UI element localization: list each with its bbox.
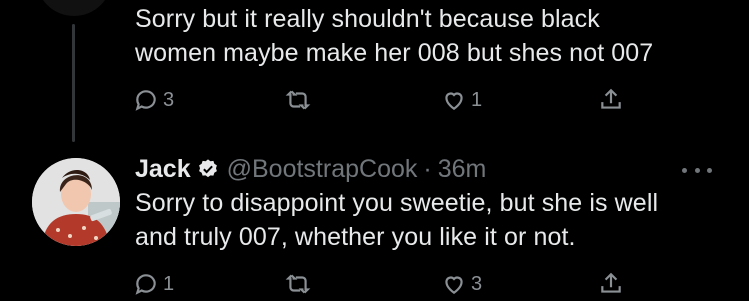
reply-1-reply-count: 3 [163,88,175,111]
reply-2-reply-button[interactable]: 1 [133,268,174,300]
reply-1-action-bar: 3 1 [133,84,633,116]
like-icon [445,92,463,110]
reply-2-header: Jack @BootstrapCook · 36m [135,152,486,186]
reply-1-text-line-2: women maybe make her 008 but shes not 00… [135,39,654,67]
author-handle[interactable]: @BootstrapCook [227,155,418,184]
reply-2-text: Sorry to disappoint you sweetie, but she… [135,186,658,254]
author-name[interactable]: Jack [135,155,191,184]
reply-icon [135,274,156,295]
reply-1-share-button[interactable] [598,84,624,116]
share-icon [601,88,621,109]
verified-badge-icon [198,159,217,178]
reply-2-retweet-button[interactable] [285,268,315,300]
author-avatar[interactable] [32,158,120,246]
reply-2-share-button[interactable] [598,268,624,300]
reply-2-like-count: 3 [471,272,483,295]
header-separator: · [423,154,432,183]
more-icon[interactable] [682,160,712,180]
reply-2-reply-count: 1 [163,272,175,295]
reply-1-retweet-button[interactable] [285,84,315,116]
reply-1-like-button[interactable]: 1 [441,84,482,116]
like-icon [445,276,463,294]
author-avatar-image [32,158,120,246]
timestamp[interactable]: 36m [438,155,487,184]
reply-2-text-line-2: and truly 007, whether you like it or no… [135,223,576,251]
reply-2-text-line-1: Sorry to disappoint you sweetie, but she… [135,189,659,217]
reply-1-text: Sorry but it really shouldn't because bl… [135,2,653,70]
reply-2-like-button[interactable]: 3 [441,268,482,300]
retweet-icon [285,274,311,294]
reply-1-like-count: 1 [471,88,483,111]
reply-icon [135,90,156,111]
retweet-icon [285,90,311,110]
previous-author-avatar[interactable] [36,0,112,16]
reply-1-text-line-1: Sorry but it really shouldn't because bl… [135,5,600,33]
reply-1-reply-button[interactable]: 3 [133,84,174,116]
reply-2-action-bar: 1 3 [133,268,633,300]
thread-connector-line [72,24,75,142]
share-icon [601,272,621,293]
